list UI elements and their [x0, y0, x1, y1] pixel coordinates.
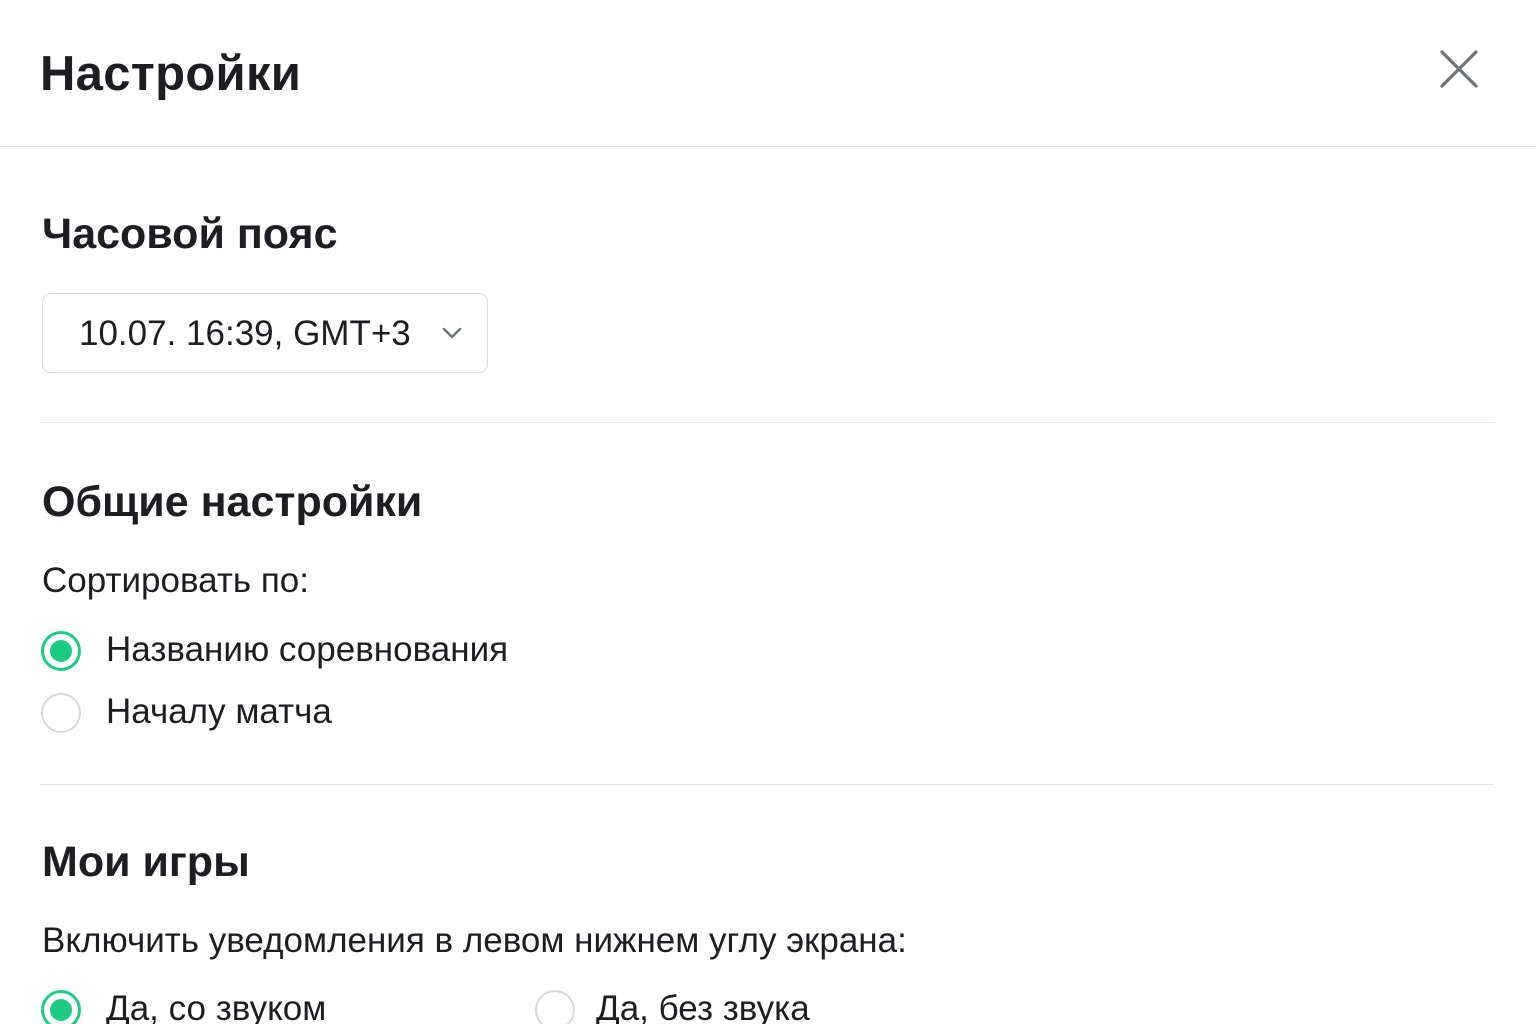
notify-option-with-sound[interactable]: Да, со звуком: [41, 985, 481, 1024]
sort-option-match-start[interactable]: Началу матча: [41, 688, 601, 738]
divider: [40, 784, 1494, 785]
radio-label: Началу матча: [106, 692, 332, 731]
settings-page: Настройки Часовой пояс 10.07. 16:39, GMT…: [0, 0, 1536, 1024]
close-icon: [1440, 50, 1478, 88]
sort-option-competition-name[interactable]: Названию соревнования: [41, 626, 601, 676]
timezone-select-value: 10.07. 16:39, GMT+3: [79, 314, 411, 353]
settings-header: Настройки: [0, 0, 1536, 147]
notify-label: Включить уведомления в левом нижнем углу…: [42, 921, 907, 960]
notify-option-without-sound[interactable]: Да, без звука: [535, 985, 935, 1024]
radio-checked[interactable]: [41, 990, 81, 1024]
chevron-down-icon: [442, 327, 462, 339]
radio-label: Названию соревнования: [106, 630, 509, 669]
sort-label: Сортировать по:: [42, 561, 309, 600]
radio-label: Да, со звуком: [106, 989, 327, 1024]
radio-label: Да, без звука: [596, 989, 810, 1024]
divider: [40, 422, 1494, 423]
general-section-title: Общие настройки: [42, 478, 423, 526]
close-button[interactable]: [1434, 44, 1486, 96]
radio-unchecked[interactable]: [535, 990, 575, 1024]
my-games-section-title: Мои игры: [42, 838, 250, 886]
timezone-select[interactable]: 10.07. 16:39, GMT+3: [42, 293, 488, 373]
radio-unchecked[interactable]: [41, 693, 81, 733]
page-title: Настройки: [40, 47, 302, 101]
timezone-section-title: Часовой пояс: [42, 210, 338, 258]
radio-checked[interactable]: [41, 631, 81, 671]
